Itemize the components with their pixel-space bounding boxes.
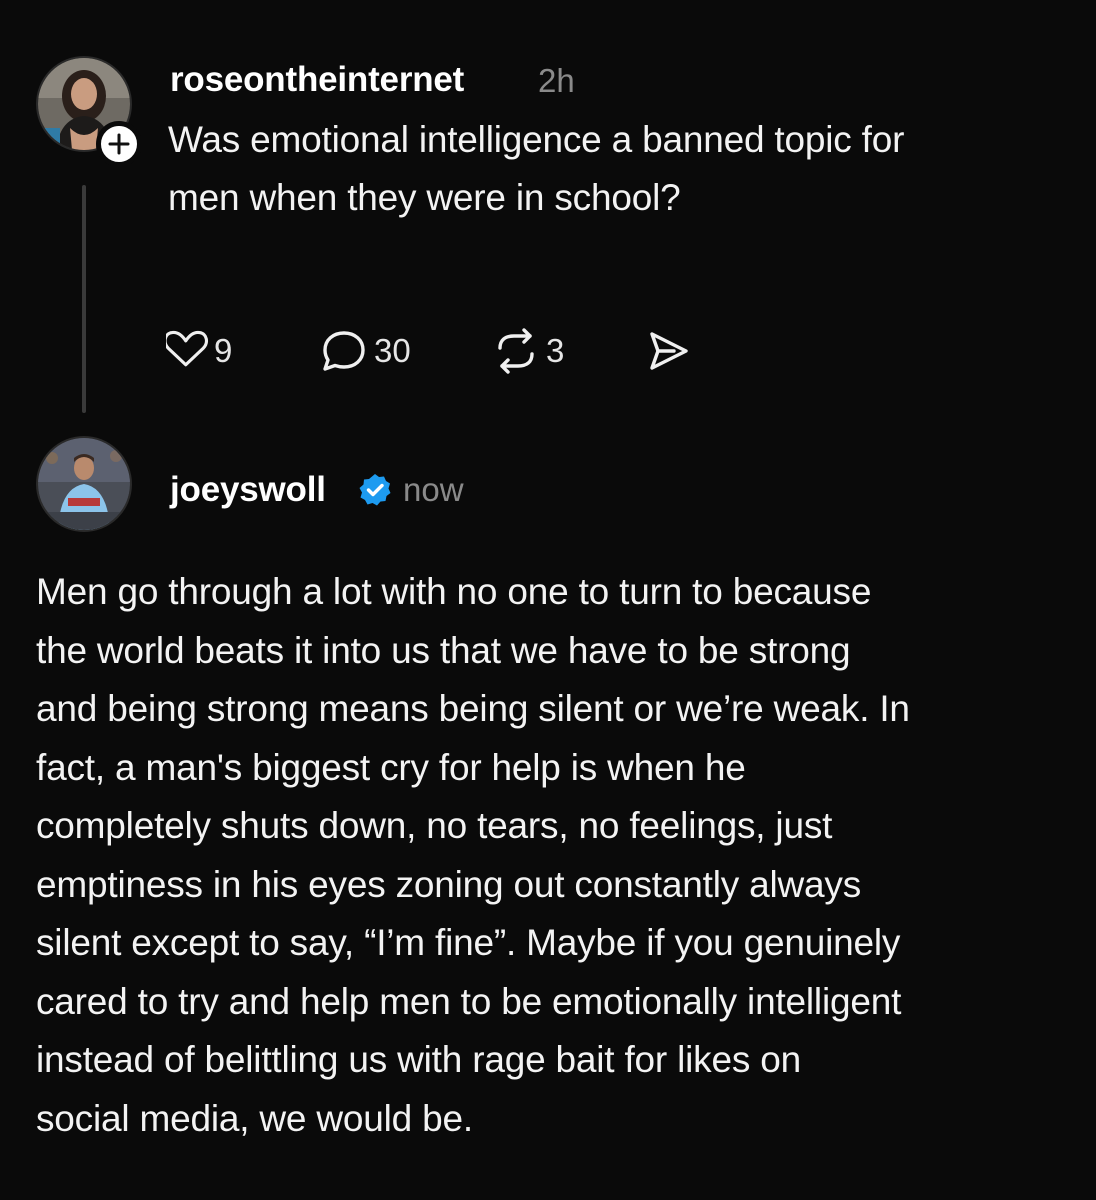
post-username[interactable]: roseontheinternet bbox=[170, 60, 464, 100]
share-icon bbox=[650, 332, 688, 370]
repost-count: 3 bbox=[546, 332, 565, 369]
reply-text-line: social media, we would be. bbox=[36, 1097, 473, 1139]
reply-text-line: emptiness in his eyes zoning out constan… bbox=[36, 863, 861, 905]
post-text: Was emotional intelligence a banned topi… bbox=[168, 111, 1068, 227]
reply-username[interactable]: joeyswoll bbox=[170, 470, 326, 510]
post-text-line: men when they were in school? bbox=[168, 177, 681, 218]
repost-button[interactable]: 3 bbox=[492, 326, 564, 376]
reply-text-line: Men go through a lot with no one to turn… bbox=[36, 571, 872, 612]
reply-text-line: instead of belittling us with rage bait … bbox=[36, 1039, 801, 1080]
post-timestamp: 2h bbox=[538, 62, 575, 99]
verified-badge-icon bbox=[359, 474, 391, 506]
repost-icon bbox=[498, 328, 534, 374]
follow-plus-icon bbox=[108, 133, 130, 155]
reply-text-line: fact, a man's biggest cry for help is wh… bbox=[36, 746, 746, 788]
reply-count: 30 bbox=[374, 332, 411, 369]
like-button[interactable]: 9 bbox=[166, 326, 232, 376]
reply-text-line: the world beats it into us that we have … bbox=[36, 629, 851, 671]
reply-text-line: cared to try and help men to be emotiona… bbox=[36, 980, 902, 1022]
post-text-line: Was emotional intelligence a banned topi… bbox=[168, 119, 905, 160]
comment-icon bbox=[323, 331, 365, 371]
reply-text-line: and being strong means being silent or w… bbox=[36, 688, 910, 729]
avatar-joeyswoll[interactable] bbox=[36, 436, 132, 532]
like-count: 9 bbox=[214, 332, 233, 369]
reply-text-line: completely shuts down, no tears, no feel… bbox=[36, 805, 833, 846]
reply-text: Men go through a lot with no one to turn… bbox=[36, 563, 1076, 1148]
threads-screen: roseontheinternet 2h Was emotional intel… bbox=[0, 0, 1096, 1200]
comment-button[interactable]: 30 bbox=[320, 326, 411, 376]
share-button[interactable] bbox=[644, 326, 692, 376]
reply-timestamp: now bbox=[403, 471, 464, 508]
reply-text-line: silent except to say, “I’m fine”. Maybe … bbox=[36, 922, 901, 963]
follow-button[interactable] bbox=[96, 121, 142, 167]
thread-connector-line bbox=[82, 185, 86, 413]
